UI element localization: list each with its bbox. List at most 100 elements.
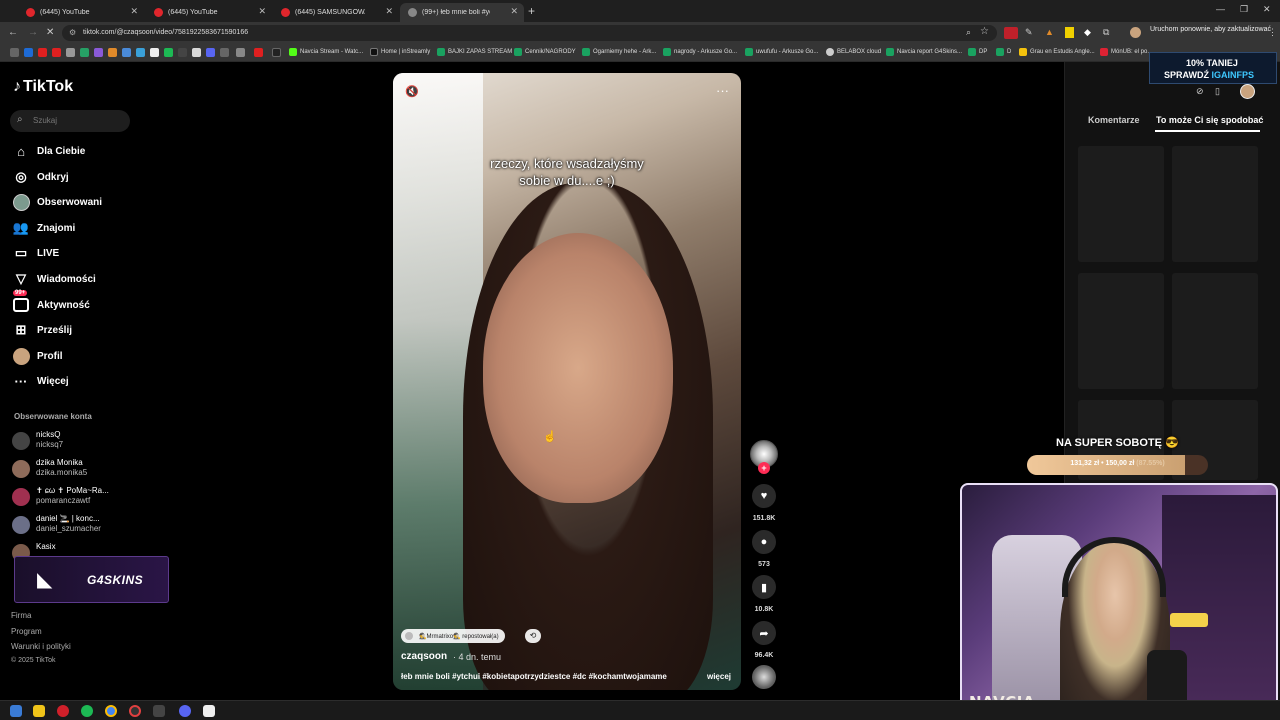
zoom-icon[interactable]: ⌕ bbox=[966, 27, 971, 38]
follow-plus-icon[interactable]: + bbox=[758, 462, 770, 474]
bookmark-icon[interactable] bbox=[94, 48, 103, 57]
browser-tab[interactable]: (6445) SAMSUNGOWA ODKLEJKA ✕ bbox=[273, 3, 399, 22]
nav-item-znajomi[interactable]: 👥 Znajomi bbox=[12, 219, 75, 237]
nav-item-profil[interactable]: Profil bbox=[12, 347, 63, 365]
bookmark-icon[interactable] bbox=[236, 48, 245, 57]
video-player[interactable]: 🔇 ··· rzeczy, które wsadzałyśmy sobie w … bbox=[393, 73, 741, 690]
extensions-puzzle-icon[interactable]: ⧉ bbox=[1103, 27, 1109, 38]
bookmark-icon[interactable] bbox=[108, 48, 117, 57]
footer-link[interactable]: Firma bbox=[11, 611, 31, 620]
new-tab-icon[interactable]: + bbox=[528, 4, 535, 18]
app-icon[interactable] bbox=[153, 705, 165, 717]
sound-disc[interactable] bbox=[752, 665, 776, 689]
bookmark-star-icon[interactable]: ☆ bbox=[980, 26, 989, 37]
nav-item-live[interactable]: ▭ LIVE bbox=[12, 244, 59, 262]
bookmark-icon[interactable] bbox=[122, 48, 131, 57]
close-tab-icon[interactable]: ✕ bbox=[258, 6, 266, 17]
repost-icon[interactable]: ⟲ bbox=[525, 629, 541, 643]
apps-icon[interactable] bbox=[10, 48, 19, 57]
bookmark-icon[interactable] bbox=[80, 48, 89, 57]
phone-icon[interactable]: ▯ bbox=[1215, 86, 1220, 97]
extension-icon[interactable]: ◆ bbox=[1084, 27, 1091, 38]
reload-icon[interactable]: ✕ bbox=[46, 27, 54, 38]
bookmark-link[interactable]: MónUB: el po... bbox=[1100, 48, 1152, 56]
video-thumbnail[interactable] bbox=[1172, 273, 1258, 389]
kebab-menu-icon[interactable]: ⋮ bbox=[1268, 27, 1277, 38]
bookmark-icon[interactable] bbox=[136, 48, 145, 57]
close-window-icon[interactable]: ✕ bbox=[1263, 4, 1271, 15]
bookmark-icon[interactable] bbox=[52, 48, 61, 57]
nav-item-odkryj[interactable]: ◎ Odkryj bbox=[12, 168, 68, 186]
tab-recommended[interactable]: To może Ci się spodobać bbox=[1156, 115, 1263, 125]
bookmark-link[interactable]: nagrody - Arkusze Go... bbox=[663, 48, 737, 56]
bookmark-icon[interactable] bbox=[272, 48, 281, 57]
tab-komentarze[interactable]: Komentarze bbox=[1088, 115, 1140, 125]
video-thumbnail[interactable] bbox=[1078, 273, 1164, 389]
bookmark-icon[interactable] bbox=[206, 48, 215, 57]
footer-link[interactable]: Warunki i polityki bbox=[11, 642, 71, 651]
browser-tab-active[interactable]: (99+) łeb mnie boli #ychui #kobi ✕ bbox=[400, 3, 524, 22]
update-button[interactable]: Uruchom ponownie, aby zaktualizować bbox=[1150, 26, 1271, 40]
nav-item-wiecej[interactable]: ··· Więcej bbox=[12, 372, 69, 390]
comment-button[interactable]: ● bbox=[752, 530, 776, 554]
bookmark-link[interactable]: Home | inStreamly bbox=[370, 48, 430, 56]
search-input[interactable]: ⌕ Szukaj bbox=[10, 110, 130, 132]
bookmark-icon[interactable] bbox=[192, 48, 201, 57]
bookmark-icon[interactable] bbox=[24, 48, 33, 57]
nav-item-wiadomosci[interactable]: ▽ Wiadomości bbox=[12, 270, 96, 288]
chrome-icon[interactable] bbox=[105, 705, 117, 717]
profile-avatar[interactable] bbox=[1130, 27, 1141, 38]
windows-start-icon[interactable] bbox=[10, 705, 22, 717]
url-field[interactable]: ⚙ tiktok.com/@czaqsoon/video/75819225836… bbox=[62, 25, 997, 41]
bookmark-link[interactable]: D bbox=[996, 48, 1011, 56]
extension-icon[interactable] bbox=[1004, 27, 1018, 39]
bookmark-link[interactable]: Navcia report G4Skins... bbox=[886, 48, 962, 56]
bookmark-link[interactable]: Grau en Estudis Angle... bbox=[1019, 48, 1095, 56]
bookmark-link[interactable]: DP bbox=[968, 48, 987, 56]
bookmark-icon[interactable] bbox=[38, 48, 47, 57]
bookmark-link[interactable]: Navcia Stream - Watc... bbox=[289, 48, 363, 56]
obs-icon[interactable] bbox=[129, 705, 141, 717]
browser-tab[interactable]: (6445) YouTube ✕ bbox=[18, 3, 144, 22]
bookmark-link[interactable]: BELABOX cloud bbox=[826, 48, 881, 56]
extension-icon[interactable]: ▲ bbox=[1045, 27, 1054, 37]
restore-icon[interactable]: ❐ bbox=[1240, 4, 1248, 15]
share-button[interactable]: ➦ bbox=[752, 621, 776, 645]
close-tab-icon[interactable]: ✕ bbox=[385, 6, 393, 17]
capcut-icon[interactable] bbox=[203, 705, 215, 717]
nav-item-obserwowani[interactable]: Obserwowani bbox=[12, 193, 102, 211]
bookmark-link[interactable]: BAJKI ZAPAS STREAM bbox=[437, 48, 512, 56]
like-button[interactable]: ♥ bbox=[752, 484, 776, 508]
more-options-icon[interactable]: ··· bbox=[716, 83, 729, 98]
site-info-icon[interactable]: ⚙ bbox=[69, 28, 76, 37]
bookmark-link[interactable]: Cennik/NAGRODY bbox=[514, 48, 576, 56]
video-author[interactable]: czaqsoon bbox=[401, 651, 447, 662]
tiktok-logo[interactable]: ♪ TikTok bbox=[13, 78, 73, 96]
browser-tab[interactable]: (6445) YouTube ✕ bbox=[146, 3, 272, 22]
bookmark-icon[interactable] bbox=[164, 48, 173, 57]
bookmark-icon[interactable] bbox=[178, 48, 187, 57]
save-button[interactable]: ▮ bbox=[752, 575, 776, 599]
avatar[interactable] bbox=[1240, 84, 1255, 99]
repost-label[interactable]: 🕵Mrmatrixo🕵 repostował(a) bbox=[401, 629, 505, 643]
compass-icon[interactable]: ⊘ bbox=[1196, 86, 1204, 97]
nav-item-aktywnosc[interactable]: 99+ Aktywność bbox=[12, 290, 90, 314]
footer-link[interactable]: Program bbox=[11, 627, 42, 636]
extension-icon[interactable]: ✎ bbox=[1025, 27, 1033, 38]
bookmark-icon[interactable] bbox=[220, 48, 229, 57]
bookmark-icon[interactable] bbox=[254, 48, 263, 57]
mute-icon[interactable]: 🔇 bbox=[405, 85, 419, 98]
minimize-icon[interactable]: — bbox=[1216, 4, 1225, 14]
bookmark-link[interactable]: Ogarniemy hehe - Ark... bbox=[582, 48, 656, 56]
bookmark-icon[interactable] bbox=[66, 48, 75, 57]
video-thumbnail[interactable] bbox=[1172, 146, 1258, 262]
extension-icon[interactable] bbox=[1065, 27, 1074, 38]
file-explorer-icon[interactable] bbox=[33, 705, 45, 717]
close-tab-icon[interactable]: ✕ bbox=[130, 6, 138, 17]
discord-icon[interactable] bbox=[179, 705, 191, 717]
nav-item-dla-ciebie[interactable]: ⌂ Dla Ciebie bbox=[12, 142, 85, 160]
spotify-icon[interactable] bbox=[81, 705, 93, 717]
nav-item-przeslij[interactable]: ⊞ Prześlij bbox=[12, 321, 72, 339]
more-link[interactable]: więcej bbox=[707, 672, 731, 681]
video-thumbnail[interactable] bbox=[1078, 146, 1164, 262]
